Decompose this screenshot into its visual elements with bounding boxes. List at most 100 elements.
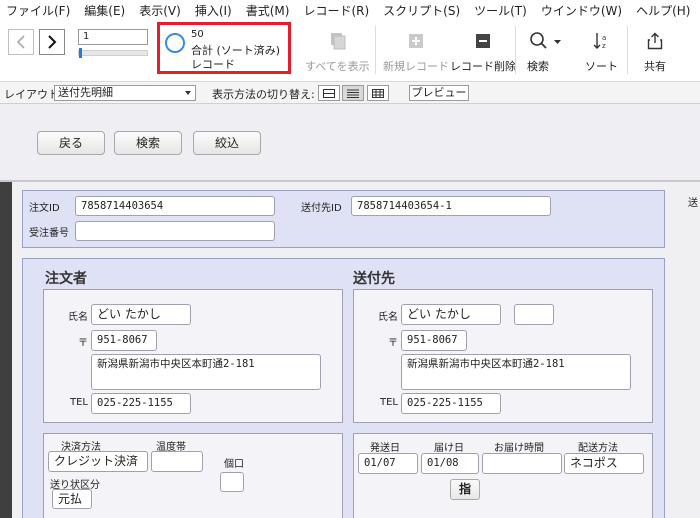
back-button[interactable]: 戻る — [37, 131, 105, 155]
ids-panel: 注文ID 7858714403654 送付先ID 7858714403654-1… — [22, 190, 665, 248]
minus-icon — [476, 34, 490, 48]
orderer-heading: 注文者 — [45, 271, 87, 287]
show-all-button[interactable]: すべてを表示 — [305, 30, 370, 74]
recipient-zip-label: 〒 — [388, 338, 398, 349]
toolbar-divider — [375, 26, 376, 74]
menu-bar: ファイル(F) 編集(E) 表示(V) 挿入(I) 書式(M) レコード(R) … — [0, 0, 700, 20]
order-id-label: 注文ID — [29, 203, 60, 214]
record-pie-icon — [165, 33, 185, 53]
ship-date-field[interactable]: 01/07 — [358, 453, 418, 474]
sort-button[interactable]: az ソート — [585, 30, 618, 74]
order-number-field[interactable] — [75, 221, 275, 241]
recipient-honorific-field[interactable] — [514, 304, 554, 325]
slider-thumb[interactable] — [79, 48, 82, 58]
share-icon — [647, 32, 663, 50]
next-record-button[interactable] — [39, 29, 65, 55]
chevron-left-icon — [16, 35, 25, 49]
record-count-info: 50 合計 (ソート済み) レコード — [157, 22, 291, 74]
orderer-name-field[interactable]: どい たかし — [91, 304, 191, 325]
table-view-icon — [372, 88, 384, 98]
record-count: 50 — [191, 29, 204, 40]
orderer-tel-field[interactable]: 025-225-1155 — [91, 393, 191, 414]
recipient-box: 氏名 どい たかし 〒 951-8067 新潟県新潟市中央区本町通2-181 T… — [353, 289, 653, 423]
shipping-box: 発送日 01/07 届け日 01/08 お届け時間 配送方法 ネコポス 指 — [353, 433, 653, 518]
plus-icon — [409, 34, 423, 48]
orderer-box: 氏名 どい たかし 〒 951-8067 新潟県新潟市中央区本町通2-181 T… — [43, 289, 343, 423]
menu-scripts[interactable]: スクリプト(S) — [383, 2, 460, 19]
recipient-tel-label: TEL — [380, 397, 398, 408]
status-toolbar: 1 50 合計 (ソート済み) レコード すべてを表示 新規レコード レコード削… — [0, 20, 700, 82]
delete-record-button[interactable]: レコード削除 — [450, 30, 516, 74]
view-as-label: 表示方法の切り替え: — [212, 88, 315, 101]
new-record-button[interactable]: 新規レコード — [383, 30, 449, 74]
address-panel: 注文者 送付先 氏名 どい たかし 〒 951-8067 新潟県新潟市中央区本町… — [22, 258, 665, 518]
sort-icon: az — [593, 33, 606, 50]
ship-id-label: 送付先ID — [301, 203, 342, 214]
previous-record-button[interactable] — [8, 29, 34, 55]
orderer-zip-label: 〒 — [78, 338, 88, 349]
search-icon — [530, 32, 561, 49]
recipient-name-label: 氏名 — [378, 312, 398, 323]
delivery-method-label: 配送方法 — [578, 443, 618, 454]
delivery-time-field[interactable] — [482, 453, 562, 474]
order-id-field[interactable]: 7858714403654 — [75, 196, 275, 216]
layout-select[interactable]: 送付先明細 — [54, 85, 196, 101]
arrival-date-label: 届け日 — [434, 443, 464, 454]
share-button[interactable]: 共有 — [644, 30, 666, 74]
view-table-button[interactable] — [367, 85, 389, 101]
svg-text:a: a — [602, 34, 606, 42]
recipient-zip-field[interactable]: 951-8067 — [401, 330, 467, 351]
menu-help[interactable]: ヘルプ(H) — [636, 2, 690, 19]
quantity-field[interactable] — [220, 472, 244, 492]
orderer-tel-label: TEL — [70, 397, 88, 408]
toolbar-divider — [515, 26, 516, 74]
current-record-input[interactable]: 1 — [78, 29, 148, 45]
view-form-button[interactable] — [318, 85, 340, 101]
dropdown-arrow-icon — [185, 91, 191, 95]
chevron-right-icon — [48, 35, 57, 49]
layout-left-bar — [0, 182, 12, 518]
orderer-address-field[interactable]: 新潟県新潟市中央区本町通2-181 — [91, 354, 321, 390]
menu-window[interactable]: ウインドウ(W) — [541, 2, 622, 19]
recipient-name-field[interactable]: どい たかし — [401, 304, 501, 325]
find-button[interactable]: 検索 — [527, 30, 561, 74]
menu-view[interactable]: 表示(V) — [139, 2, 181, 19]
toolbar-divider — [627, 26, 628, 74]
orderer-name-label: 氏名 — [68, 312, 88, 323]
payment-box: 決済方法 クレジット決済 温度帯 個口 送り状区分 元払 — [43, 433, 343, 518]
show-all-icon — [331, 33, 346, 50]
preview-button[interactable]: プレビュー — [409, 85, 469, 101]
records-label: レコード — [191, 58, 235, 71]
form-view-icon — [323, 88, 335, 98]
delivery-method-field[interactable]: ネコポス — [564, 453, 644, 474]
delivery-time-label: お届け時間 — [494, 443, 544, 454]
menu-tools[interactable]: ツール(T) — [474, 2, 527, 19]
ship-id-field[interactable]: 7858714403654-1 — [351, 196, 551, 216]
recipient-heading: 送付先 — [353, 271, 395, 287]
specify-button[interactable]: 指 — [450, 479, 480, 500]
menu-insert[interactable]: 挿入(I) — [195, 2, 232, 19]
record-slider[interactable] — [78, 48, 148, 58]
layout-bar: レイアウト: 送付先明細 表示方法の切り替え: プレビュー — [0, 82, 700, 104]
menu-file[interactable]: ファイル(F) — [6, 2, 70, 19]
recipient-tel-field[interactable]: 025-225-1155 — [401, 393, 501, 414]
list-view-icon — [347, 89, 359, 98]
menu-records[interactable]: レコード(R) — [303, 2, 369, 19]
temperature-field[interactable] — [151, 451, 203, 472]
search-button[interactable]: 検索 — [114, 131, 182, 155]
order-number-label: 受注番号 — [29, 228, 69, 239]
ship-date-label: 発送日 — [370, 443, 400, 454]
view-list-button[interactable] — [342, 85, 364, 101]
menu-format[interactable]: 書式(M) — [246, 2, 290, 19]
arrival-date-field[interactable]: 01/08 — [421, 453, 479, 474]
filter-button[interactable]: 絞込 — [193, 131, 261, 155]
recipient-address-field[interactable]: 新潟県新潟市中央区本町通2-181 — [401, 354, 631, 390]
svg-text:z: z — [602, 42, 606, 50]
layout-header: 戻る 検索 絞込 — [0, 104, 700, 182]
invoice-type-field[interactable]: 元払 — [52, 489, 92, 509]
orderer-zip-field[interactable]: 951-8067 — [91, 330, 157, 351]
payment-method-field[interactable]: クレジット決済 — [48, 451, 148, 472]
truncated-label: 送 — [688, 198, 698, 209]
quantity-label: 個口 — [224, 459, 244, 470]
menu-edit[interactable]: 編集(E) — [84, 2, 125, 19]
